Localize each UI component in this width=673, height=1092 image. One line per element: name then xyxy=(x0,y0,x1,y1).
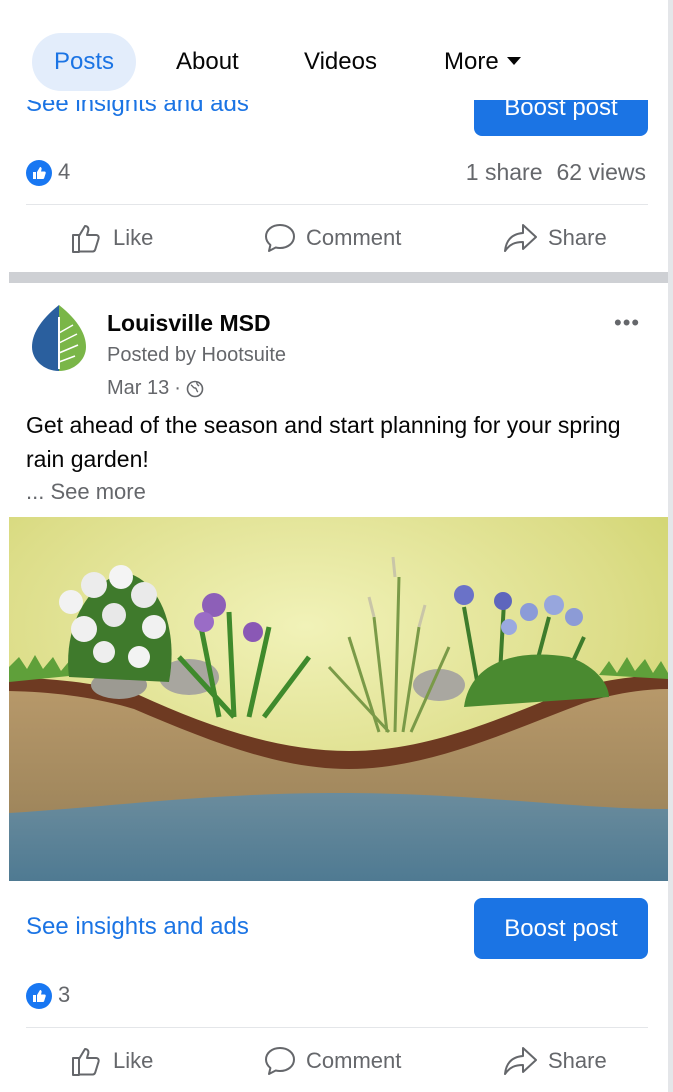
share-label: Share xyxy=(548,225,607,250)
like-count: 3 xyxy=(58,982,71,1007)
like-label: Like xyxy=(113,1048,154,1073)
tab-posts[interactable]: Posts xyxy=(32,33,137,91)
leaf-logo-icon xyxy=(32,305,86,371)
post-image[interactable] xyxy=(9,517,668,881)
see-more-link[interactable]: ... See more xyxy=(26,479,146,505)
posted-by-label: Posted by Hootsuite xyxy=(107,344,286,366)
prev-share-count[interactable]: 1 share xyxy=(466,159,543,185)
see-insights-link[interactable]: See insights and ads xyxy=(26,913,249,941)
divider xyxy=(26,204,648,205)
post-text: Get ahead of the season and start planni… xyxy=(26,412,621,472)
post-date: Mar 13 xyxy=(107,377,170,399)
share-label: Share xyxy=(548,1048,607,1073)
comment-button[interactable]: Comment xyxy=(262,1041,401,1081)
prev-like-count: 4 xyxy=(58,159,71,184)
boost-post-button[interactable]: Boost post xyxy=(474,898,648,959)
like-label: Like xyxy=(113,225,154,250)
tab-more-label: More xyxy=(444,48,499,75)
prev-comment-button[interactable]: Comment xyxy=(262,218,401,258)
thumbs-up-icon xyxy=(72,225,100,253)
caret-down-icon xyxy=(506,56,521,65)
tab-more[interactable]: More xyxy=(444,33,521,91)
page-avatar[interactable] xyxy=(26,303,92,373)
like-button[interactable]: Like xyxy=(69,1041,153,1081)
prev-view-count: 62 views xyxy=(556,159,646,185)
comment-label: Comment xyxy=(306,225,402,250)
page-tabs: Posts About Videos More xyxy=(0,0,668,100)
post-more-options-icon[interactable]: ••• xyxy=(614,310,640,336)
prev-like-button[interactable]: Like xyxy=(69,218,153,258)
like-reaction-icon xyxy=(26,160,52,187)
globe-icon xyxy=(186,380,204,397)
post-timestamp[interactable]: Mar 13 · xyxy=(107,377,204,400)
comment-icon xyxy=(265,224,295,252)
comment-label: Comment xyxy=(306,1048,402,1073)
window-edge xyxy=(668,0,673,1092)
share-arrow-icon xyxy=(504,224,537,252)
tab-about[interactable]: About xyxy=(176,33,239,91)
prev-share-button[interactable]: Share xyxy=(502,218,607,258)
share-button[interactable]: Share xyxy=(502,1041,607,1081)
thumbs-up-icon xyxy=(72,1048,100,1076)
reaction-summary[interactable]: 3 xyxy=(26,982,71,1010)
feed-separator xyxy=(9,272,668,283)
post-author[interactable]: Louisville MSD xyxy=(107,310,271,337)
divider xyxy=(26,1027,648,1028)
prev-reaction-summary[interactable]: 4 xyxy=(26,159,71,187)
rain-garden-illustration-icon xyxy=(9,517,668,881)
like-reaction-icon xyxy=(26,983,52,1010)
comment-icon xyxy=(265,1047,295,1075)
date-separator: · xyxy=(174,377,181,399)
tab-videos[interactable]: Videos xyxy=(304,33,377,91)
prev-engagement-counts: 1 share 62 views xyxy=(466,159,646,186)
share-arrow-icon xyxy=(504,1047,537,1075)
